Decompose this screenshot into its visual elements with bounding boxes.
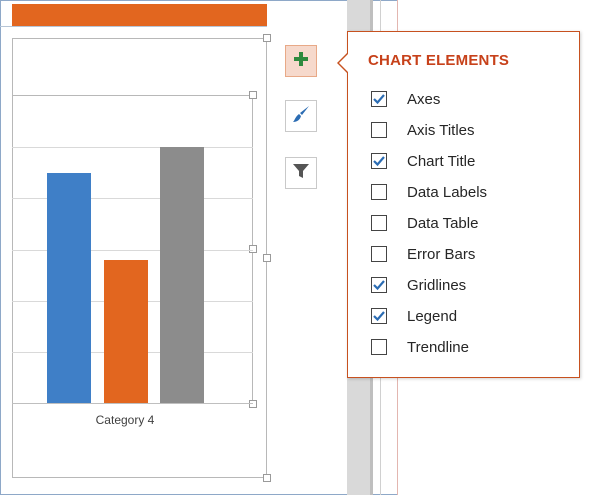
funnel-icon: [292, 162, 310, 185]
option-label: Data Table: [407, 214, 479, 232]
checkbox-chart-title[interactable]: [371, 153, 387, 169]
plot-resize-handle-right[interactable]: [249, 245, 257, 253]
option-label: Trendline: [407, 338, 469, 356]
chart-resize-handle-right[interactable]: [263, 254, 271, 262]
option-data-table[interactable]: Data Table: [371, 212, 478, 234]
chart-elements-popup: CHART ELEMENTS Axes Axis Titles Chart Ti…: [347, 31, 580, 378]
option-label: Axes: [407, 90, 441, 108]
checkmark-icon: [373, 280, 385, 291]
checkbox-axis-titles[interactable]: [371, 122, 387, 138]
x-axis-line: [12, 403, 253, 404]
popup-pointer-fill: [339, 53, 349, 73]
divider: [0, 26, 267, 27]
option-label: Chart Title: [407, 152, 476, 170]
option-chart-title[interactable]: Chart Title: [371, 150, 475, 172]
chart-styles-button[interactable]: [285, 100, 317, 132]
option-axis-titles[interactable]: Axis Titles: [371, 119, 475, 141]
paintbrush-icon: [291, 104, 311, 129]
checkbox-axes[interactable]: [371, 91, 387, 107]
option-error-bars[interactable]: Error Bars: [371, 243, 475, 265]
chart-elements-button[interactable]: [285, 45, 317, 77]
checkbox-gridlines[interactable]: [371, 277, 387, 293]
checkmark-icon: [373, 156, 385, 167]
checkbox-trendline[interactable]: [371, 339, 387, 355]
option-data-labels[interactable]: Data Labels: [371, 181, 487, 203]
plot-resize-handle-bottom-right[interactable]: [249, 400, 257, 408]
option-label: Gridlines: [407, 276, 467, 294]
checkbox-data-labels[interactable]: [371, 184, 387, 200]
option-label: Error Bars: [407, 245, 476, 263]
option-label: Legend: [407, 307, 458, 325]
plot-resize-handle-top-right[interactable]: [249, 91, 257, 99]
checkmark-icon: [373, 94, 385, 105]
checkmark-icon: [373, 311, 385, 322]
checkbox-legend[interactable]: [371, 308, 387, 324]
gridline: [12, 147, 253, 148]
option-trendline[interactable]: Trendline: [371, 336, 469, 358]
chart-resize-handle-bottom-right[interactable]: [263, 474, 271, 482]
chart-filters-button[interactable]: [285, 157, 317, 189]
category-axis-label: Category 4: [95, 413, 155, 427]
bar-series-1[interactable]: [47, 173, 91, 403]
bar-series-2[interactable]: [104, 260, 148, 403]
popup-title: CHART ELEMENTS: [368, 52, 510, 69]
option-label: Data Labels: [407, 183, 488, 201]
checkbox-error-bars[interactable]: [371, 246, 387, 262]
checkbox-data-table[interactable]: [371, 215, 387, 231]
bar-series-3[interactable]: [160, 147, 204, 403]
option-legend[interactable]: Legend: [371, 305, 457, 327]
chart-resize-handle-top-right[interactable]: [263, 34, 271, 42]
top-orange-bar: [12, 4, 267, 26]
plus-icon: [293, 51, 309, 72]
option-label: Axis Titles: [407, 121, 475, 139]
option-gridlines[interactable]: Gridlines: [371, 274, 466, 296]
option-axes[interactable]: Axes: [371, 88, 440, 110]
